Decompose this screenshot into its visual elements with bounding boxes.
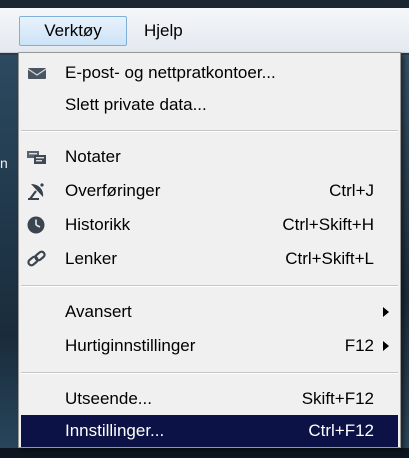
menu-item-shortcut: Ctrl+J (329, 181, 374, 200)
menu-item-shortcut: Skift+F12 (301, 389, 374, 408)
menu-item-label: Avansert (65, 302, 132, 321)
menu-item-quick-preferences[interactable]: Hurtiginnstillinger F12 (21, 330, 398, 362)
menu-item-appearance[interactable]: Utseende... Skift+F12 (21, 383, 398, 415)
clock-icon (27, 216, 47, 234)
satellite-dish-icon (27, 182, 47, 200)
menu-item-label: Overføringer (65, 181, 161, 200)
menu-item-label: Historikk (65, 215, 131, 234)
menu-item-shortcut: F12 (344, 336, 374, 355)
background-edge-label: n (0, 155, 8, 171)
menu-item-delete-private-data[interactable]: Slett private data... (21, 89, 398, 121)
menu-tools[interactable]: Verktøy (19, 16, 127, 46)
menu-separator (21, 285, 398, 287)
menu-item-label: Slett private data... (65, 95, 207, 114)
menu-item-advanced[interactable]: Avansert (21, 296, 398, 328)
background-bottom-strip (0, 448, 409, 458)
menu-item-shortcut: Ctrl+Skift+L (285, 249, 374, 268)
menu-item-notes[interactable]: Notater (21, 141, 398, 173)
background-right-strip (400, 55, 409, 458)
menu-item-label: Innstillinger... (65, 421, 165, 440)
menu-item-preferences[interactable]: Innstillinger... Ctrl+F12 (21, 415, 398, 447)
menu-item-label: Hurtiginnstillinger (65, 336, 196, 355)
menu-item-transfers[interactable]: Overføringer Ctrl+J (21, 175, 398, 207)
submenu-arrow-icon (383, 341, 389, 351)
menu-item-shortcut: Ctrl+F12 (308, 421, 374, 440)
menu-bar: Verktøy Hjelp (0, 8, 409, 53)
submenu-arrow-icon (383, 307, 389, 317)
window-top-band (0, 0, 409, 8)
menu-item-label: Notater (65, 147, 121, 166)
menu-item-history[interactable]: Historikk Ctrl+Skift+H (21, 209, 398, 241)
background-left-strip: n (0, 55, 18, 458)
menu-item-label: Utseende... (65, 389, 152, 408)
menu-item-label: E-post- og nettpratkontoer... (65, 63, 276, 82)
menu-separator (21, 130, 398, 132)
tools-dropdown-menu: E-post- og nettpratkontoer... Slett priv… (18, 52, 401, 448)
menu-item-label: Lenker (65, 249, 117, 268)
menu-item-links[interactable]: Lenker Ctrl+Skift+L (21, 243, 398, 275)
menu-item-mail-chat-accounts[interactable]: E-post- og nettpratkontoer... (21, 57, 398, 89)
notes-icon (27, 148, 47, 166)
menu-item-shortcut: Ctrl+Skift+H (282, 215, 374, 234)
menu-help[interactable]: Hjelp (134, 16, 193, 46)
chain-link-icon (27, 250, 47, 268)
menu-separator (21, 372, 398, 374)
envelope-icon (27, 64, 47, 82)
